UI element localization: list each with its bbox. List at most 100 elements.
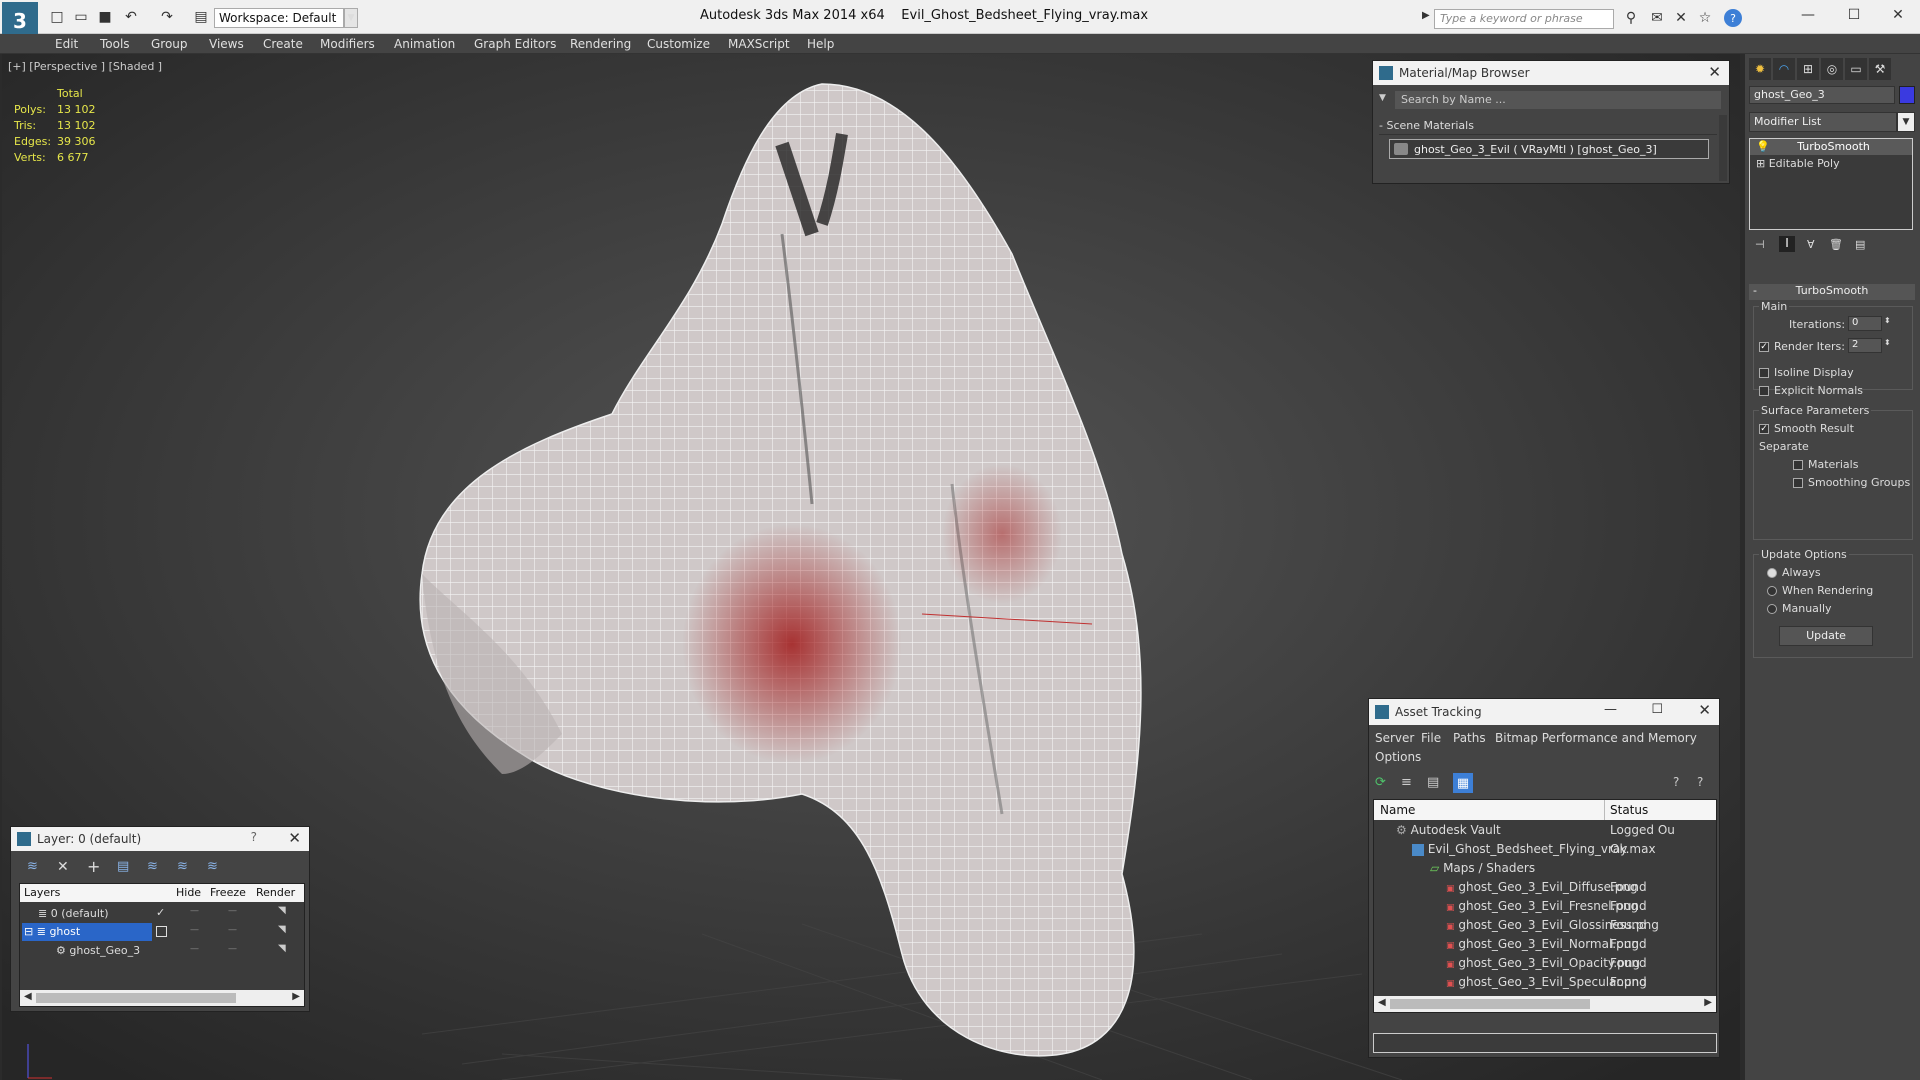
select-objects-in-layer-icon[interactable]: ≋ (147, 859, 158, 874)
menu-modifiers[interactable]: Modifiers (320, 34, 375, 54)
open-file-icon[interactable]: ▭ (72, 8, 90, 26)
asset-menu-bitmap-performance[interactable]: Bitmap Performance and Memory (1495, 731, 1697, 745)
menu-views[interactable]: Views (209, 34, 244, 54)
delete-layer-icon[interactable]: ✕ (57, 859, 69, 875)
layer-horizontal-scrollbar[interactable]: ◀ ▶ (20, 990, 304, 1006)
rollout-collapse-icon[interactable]: - (1753, 284, 1757, 297)
iterations-spinner[interactable]: 0 (1848, 316, 1882, 331)
hide-all-layers-icon[interactable]: ≋ (207, 859, 218, 874)
smoothing-groups-checkbox[interactable] (1793, 478, 1803, 488)
render-toggle-icon[interactable]: ◥ (278, 905, 286, 916)
render-iters-spinner-arrows-icon[interactable]: ⬍ (1884, 338, 1891, 347)
iterations-spinner-arrows-icon[interactable]: ⬍ (1884, 316, 1891, 325)
table-view-icon[interactable]: ▦ (1453, 773, 1473, 793)
layer-close-icon[interactable]: ✕ (288, 829, 301, 847)
project-folder-icon[interactable]: ▤ (192, 8, 210, 26)
highlight-selected-layer-icon[interactable]: ≋ (177, 859, 188, 874)
smooth-result-row[interactable]: ✓ Smooth Result (1759, 422, 1854, 435)
stack-item-turbosmooth[interactable]: 💡 TurboSmooth (1750, 139, 1912, 155)
asset-menu-options[interactable]: Options (1375, 750, 1421, 764)
render-toggle-icon[interactable]: ◥ (278, 924, 286, 935)
hide-toggle-icon[interactable]: — (190, 906, 199, 916)
asset-help-icon[interactable]: ? (1673, 775, 1679, 789)
layer-help-icon[interactable]: ? (251, 830, 257, 844)
help-icon[interactable]: ? (1724, 9, 1742, 27)
asset-tracking-close-icon[interactable]: ✕ (1698, 701, 1711, 719)
column-freeze[interactable]: Freeze (210, 886, 246, 899)
materials-checkbox[interactable] (1793, 460, 1803, 470)
layer-row-default[interactable]: ≣ 0 (default) (38, 904, 109, 923)
create-layer-icon[interactable]: + (87, 857, 100, 876)
menu-rendering[interactable]: Rendering (570, 34, 631, 54)
menu-graph-editors[interactable]: Graph Editors (474, 34, 556, 54)
render-iters-spinner[interactable]: 2 (1848, 338, 1882, 353)
layer-panel-header[interactable]: Layer: 0 (default) ? ✕ (11, 827, 309, 851)
isoline-display-checkbox[interactable] (1759, 368, 1769, 378)
render-iters-row[interactable]: ✓ Render Iters: (1759, 340, 1845, 353)
smooth-result-checkbox[interactable]: ✓ (1759, 424, 1769, 434)
redo-icon[interactable]: ↷ (158, 8, 176, 26)
object-name-field[interactable]: ghost_Geo_3 (1749, 86, 1895, 104)
material-browser-close-icon[interactable]: ✕ (1708, 63, 1721, 81)
asset-horizontal-scrollbar[interactable]: ◀ ▶ (1374, 996, 1716, 1012)
save-file-icon[interactable]: ■ (96, 8, 114, 26)
layer-manage-icon[interactable]: ≋ (27, 859, 38, 874)
undo-icon[interactable]: ↶ (122, 8, 140, 26)
tree-view-icon[interactable]: ▤ (1427, 775, 1443, 791)
asset-menu-file[interactable]: File (1421, 731, 1441, 745)
create-tab-icon[interactable]: ✹ (1749, 58, 1771, 80)
asset-path-field[interactable] (1373, 1033, 1717, 1053)
freeze-toggle-icon[interactable]: — (228, 944, 237, 954)
active-layer-check-icon[interactable]: ✓ (156, 906, 165, 919)
scroll-right-icon[interactable]: ▶ (1704, 997, 1712, 1008)
asset-menu-server[interactable]: Server (1375, 731, 1414, 745)
column-layers[interactable]: Layers (24, 886, 60, 899)
close-icon[interactable]: ✕ (1878, 4, 1918, 26)
communication-center-icon[interactable]: ✉ (1648, 9, 1666, 27)
maximize-icon[interactable]: ☐ (1834, 4, 1874, 26)
asset-tracking-maximize-icon[interactable]: ☐ (1651, 702, 1663, 717)
hierarchy-tab-icon[interactable]: ⊞ (1797, 58, 1819, 80)
asset-context-help-icon[interactable]: ? (1697, 775, 1703, 789)
material-search-input[interactable]: Search by Name ... (1395, 91, 1721, 109)
scroll-thumb[interactable] (1390, 999, 1590, 1009)
remove-modifier-icon[interactable]: 🗑 (1829, 238, 1843, 251)
list-view-icon[interactable]: ≡ (1401, 775, 1417, 791)
modifier-list-dropdown[interactable]: Modifier List (1749, 112, 1897, 132)
asset-row-vault[interactable]: ⚙ Autodesk Vault (1396, 821, 1501, 840)
when-rendering-radio[interactable] (1767, 586, 1777, 596)
menu-tools[interactable]: Tools (100, 34, 130, 54)
modify-tab-icon[interactable]: ◠ (1773, 58, 1795, 80)
refresh-icon[interactable]: ⟳ (1375, 775, 1391, 791)
column-render[interactable]: Render (256, 886, 295, 899)
materials-row[interactable]: Materials (1793, 458, 1858, 471)
scroll-left-icon[interactable]: ◀ (1378, 997, 1386, 1008)
material-browser-header[interactable]: Material/Map Browser ✕ (1373, 61, 1729, 85)
asset-tracking-minimize-icon[interactable]: — (1604, 702, 1617, 717)
manually-radio-row[interactable]: Manually (1767, 602, 1832, 615)
freeze-toggle-icon[interactable]: — (228, 906, 237, 916)
turbosmooth-rollout-header[interactable]: - TurboSmooth (1749, 284, 1915, 300)
asset-row-map[interactable]: ▣ ghost_Geo_3_Evil_Diffuse.png (1446, 878, 1638, 897)
minimize-icon[interactable]: — (1788, 4, 1828, 26)
current-layer-toggle[interactable] (156, 926, 167, 937)
scroll-left-icon[interactable]: ◀ (24, 991, 32, 1002)
menu-create[interactable]: Create (263, 34, 303, 54)
layer-row-object[interactable]: ⚙ ghost_Geo_3 (56, 941, 140, 960)
new-file-icon[interactable]: □ (48, 8, 66, 26)
workspace-dropdown-arrow-icon[interactable]: ▼ (344, 8, 358, 28)
menu-group[interactable]: Group (151, 34, 188, 54)
object-color-swatch[interactable] (1899, 86, 1915, 104)
add-to-layer-icon[interactable]: ▤ (117, 859, 129, 874)
explicit-normals-row[interactable]: Explicit Normals (1759, 384, 1863, 397)
smoothing-groups-row[interactable]: Smoothing Groups (1793, 476, 1910, 489)
manually-radio[interactable] (1767, 604, 1777, 614)
configure-modifier-sets-icon[interactable]: ▤ (1855, 238, 1865, 251)
menu-customize[interactable]: Customize (647, 34, 710, 54)
scene-materials-section[interactable]: - Scene Materials (1379, 119, 1717, 135)
asset-row-maps-shaders[interactable]: ▱ Maps / Shaders (1430, 859, 1535, 878)
hide-toggle-icon[interactable]: — (190, 925, 199, 935)
workspace-dropdown[interactable]: Workspace: Default (214, 8, 344, 28)
make-unique-icon[interactable]: ∀ (1807, 238, 1815, 251)
motion-tab-icon[interactable]: ◎ (1821, 58, 1843, 80)
